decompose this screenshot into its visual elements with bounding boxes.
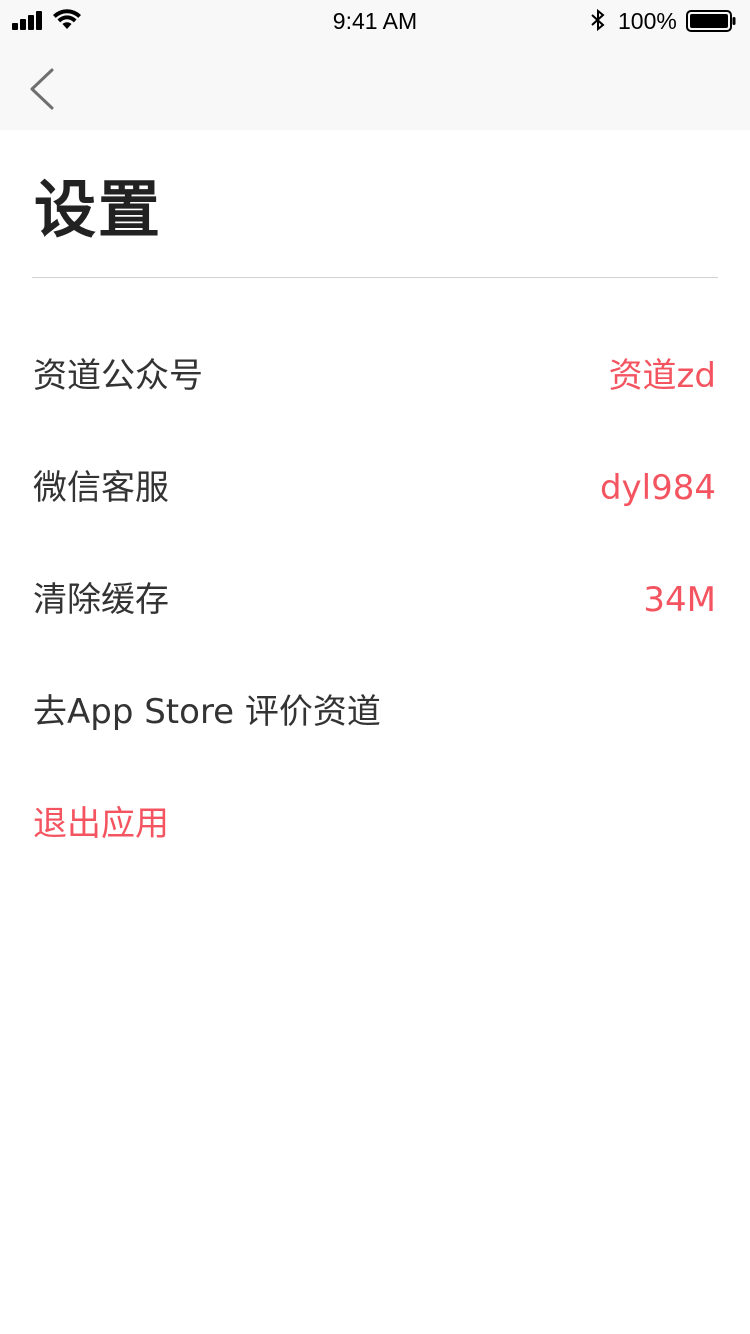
logout-button[interactable]: 退出应用 [0,768,750,880]
setting-row-wechat-support[interactable]: 微信客服 dyl984 [0,432,750,544]
settings-screen: 9:41 AM 100% 设置 资道公众号 资道zd 微信客服 dyl984 清… [0,0,750,1334]
setting-label: 清除缓存 [33,580,169,620]
setting-row-clear-cache[interactable]: 清除缓存 34M [0,544,750,656]
setting-value: dyl984 [599,468,716,508]
navigation-bar [0,40,750,130]
setting-label: 去App Store 评价资道 [33,692,381,732]
setting-label: 微信客服 [33,468,169,508]
setting-row-official-account[interactable]: 资道公众号 资道zd [0,320,750,432]
back-button[interactable] [22,64,66,114]
bluetooth-icon [591,8,605,32]
settings-list: 资道公众号 资道zd 微信客服 dyl984 清除缓存 34M 去App Sto… [0,320,750,880]
battery-icon [686,10,736,32]
title-divider [32,277,718,278]
page-title: 设置 [34,173,163,246]
setting-value: 34M [643,580,716,620]
chevron-left-icon [30,68,54,110]
setting-label: 资道公众号 [33,356,203,396]
battery-percent: 100% [618,8,677,34]
setting-value: 资道zd [608,356,716,396]
status-bar: 9:41 AM 100% [0,0,750,40]
logout-label: 退出应用 [33,804,169,844]
setting-row-rate-app[interactable]: 去App Store 评价资道 [0,656,750,768]
